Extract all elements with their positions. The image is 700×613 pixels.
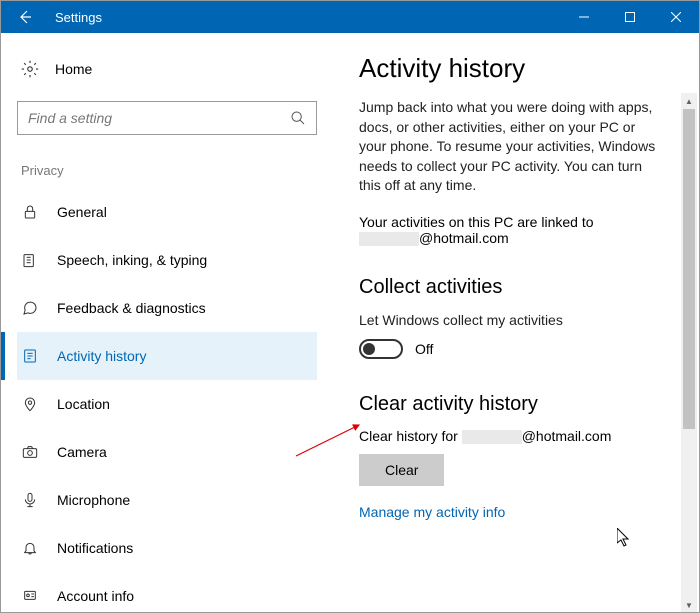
camera-icon	[21, 443, 39, 461]
microphone-icon	[21, 491, 39, 509]
titlebar: Settings	[1, 1, 699, 33]
maximize-icon	[625, 12, 635, 22]
sidebar-item-account-info[interactable]: Account info	[17, 572, 317, 612]
sidebar-item-label: Activity history	[57, 348, 146, 364]
sidebar-item-label: Microphone	[57, 492, 130, 508]
sidebar-item-feedback-diagnostics[interactable]: Feedback & diagnostics	[17, 284, 317, 332]
collect-toggle[interactable]	[359, 339, 403, 359]
sidebar-item-general[interactable]: General	[17, 188, 317, 236]
location-icon	[21, 395, 39, 413]
sidebar-item-label: Account info	[57, 588, 134, 604]
sidebar-item-label: Speech, inking, & typing	[57, 252, 207, 268]
toggle-knob	[363, 343, 375, 355]
sidebar-item-microphone[interactable]: Microphone	[17, 476, 317, 524]
sidebar-item-label: Camera	[57, 444, 107, 460]
back-button[interactable]	[1, 1, 49, 33]
gear-icon	[21, 60, 39, 78]
search-input[interactable]	[28, 110, 290, 126]
arrow-left-icon	[17, 9, 33, 25]
minimize-icon	[579, 12, 589, 22]
scroll-up-icon[interactable]: ▲	[681, 93, 697, 109]
lock-icon	[21, 203, 39, 221]
linked-account-text: Your activities on this PC are linked to…	[359, 214, 669, 246]
page-title: Activity history	[359, 53, 669, 84]
collect-heading: Collect activities	[359, 276, 669, 299]
maximize-button[interactable]	[607, 1, 653, 33]
section-label: Privacy	[17, 163, 317, 178]
close-button[interactable]	[653, 1, 699, 33]
bell-icon	[21, 539, 39, 557]
sidebar: Home Privacy General Speech, inking, & ty…	[1, 33, 333, 612]
redacted-username-2	[462, 430, 522, 444]
minimize-button[interactable]	[561, 1, 607, 33]
sidebar-item-speech-inking-typing[interactable]: Speech, inking, & typing	[17, 236, 317, 284]
scroll-down-icon[interactable]: ▼	[681, 597, 697, 612]
sidebar-item-activity-history[interactable]: Activity history	[17, 332, 317, 380]
window-controls	[561, 1, 699, 33]
sidebar-item-label: Location	[57, 396, 110, 412]
page-description: Jump back into what you were doing with …	[359, 98, 659, 196]
search-icon	[290, 110, 306, 126]
scroll-thumb[interactable]	[683, 109, 695, 429]
sidebar-item-location[interactable]: Location	[17, 380, 317, 428]
sidebar-item-label: Feedback & diagnostics	[57, 300, 206, 316]
close-icon	[671, 12, 681, 22]
manage-activity-link[interactable]: Manage my activity info	[359, 504, 505, 520]
scrollbar[interactable]: ▲ ▼	[681, 93, 697, 612]
sidebar-item-camera[interactable]: Camera	[17, 428, 317, 476]
home-nav[interactable]: Home	[17, 51, 317, 87]
sidebar-item-notifications[interactable]: Notifications	[17, 524, 317, 572]
account-icon	[21, 587, 39, 605]
keyboard-icon	[21, 251, 39, 269]
clear-button[interactable]: Clear	[359, 454, 444, 486]
sidebar-item-label: General	[57, 204, 107, 220]
content-area: Home Privacy General Speech, inking, & ty…	[1, 33, 699, 612]
main-panel: Activity history Jump back into what you…	[333, 33, 699, 612]
clear-desc: Clear history for @hotmail.com	[359, 428, 669, 444]
history-icon	[21, 347, 39, 365]
feedback-icon	[21, 299, 39, 317]
toggle-state: Off	[415, 341, 433, 357]
nav-list: General Speech, inking, & typing Feedback …	[17, 188, 317, 612]
home-label: Home	[55, 61, 92, 77]
redacted-username	[359, 232, 419, 246]
search-box[interactable]	[17, 101, 317, 135]
sidebar-item-label: Notifications	[57, 540, 133, 556]
window-title: Settings	[55, 10, 561, 25]
clear-heading: Clear activity history	[359, 393, 669, 416]
collect-desc: Let Windows collect my activities	[359, 311, 659, 331]
